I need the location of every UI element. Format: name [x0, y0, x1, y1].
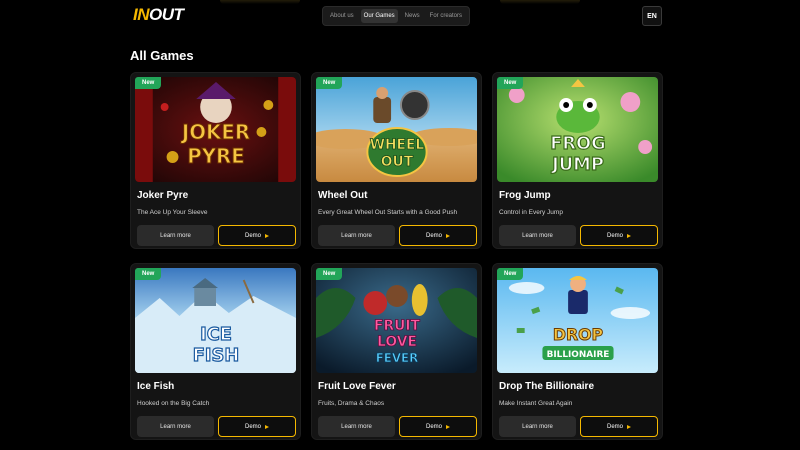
game-subtitle: Fruits, Drama & Chaos	[318, 400, 385, 407]
play-icon	[446, 233, 450, 238]
learn-more-button[interactable]: Learn more	[318, 225, 395, 246]
game-title: Ice Fish	[137, 381, 175, 392]
new-badge: New	[135, 268, 162, 280]
learn-more-button[interactable]: Learn more	[499, 416, 576, 437]
art-text: PYRE	[187, 145, 244, 168]
art-text: WHEEL	[370, 137, 425, 153]
demo-button[interactable]: Demo	[399, 225, 477, 246]
demo-label: Demo	[244, 423, 261, 430]
header-glow	[220, 0, 300, 4]
learn-more-label: Learn more	[341, 423, 372, 430]
game-card-drop-the-billionaire: DROP BILLIONAIRE New Drop The Billionair…	[492, 263, 663, 440]
games-grid: JOKER PYRE New Joker Pyre The Ace Up You…	[130, 72, 665, 440]
game-thumbnail[interactable]: WHEEL OUT	[316, 77, 477, 182]
game-title: Wheel Out	[318, 190, 368, 201]
game-card-ice-fish: ICE FISH New Ice Fish Hooked on the Big …	[130, 263, 301, 440]
learn-more-label: Learn more	[522, 423, 553, 430]
play-icon	[627, 233, 631, 238]
art-text: LOVE	[377, 334, 417, 350]
game-title: Fruit Love Fever	[318, 381, 396, 392]
learn-more-label: Learn more	[341, 232, 372, 239]
demo-label: Demo	[425, 232, 442, 239]
play-icon	[265, 233, 269, 238]
game-title: Drop The Billionaire	[499, 381, 595, 392]
language-button[interactable]: EN	[642, 6, 662, 26]
game-thumbnail[interactable]: ICE FISH	[135, 268, 296, 373]
art-text: BILLIONAIRE	[547, 350, 610, 360]
logo-out-text: OUT	[149, 5, 184, 24]
art-text: FRUIT	[374, 318, 420, 334]
game-card-frog-jump: FROG JUMP New Frog Jump Control in Every…	[492, 72, 663, 249]
learn-more-button[interactable]: Learn more	[318, 416, 395, 437]
inout-logo[interactable]: IN OUT	[133, 5, 184, 24]
game-card-wheel-out: WHEEL OUT New Wheel Out Every Great Whee…	[311, 72, 482, 249]
game-thumbnail[interactable]: JOKER PYRE	[135, 77, 296, 182]
art-text: JOKER	[180, 121, 250, 144]
nav-news[interactable]: News	[402, 9, 423, 23]
section-title: All Games	[130, 48, 194, 63]
demo-button[interactable]: Demo	[218, 225, 296, 246]
play-icon	[446, 424, 450, 429]
new-badge: New	[497, 268, 524, 280]
game-subtitle: Control in Every Jump	[499, 209, 563, 216]
demo-label: Demo	[244, 232, 261, 239]
nav-for-creators[interactable]: For creators	[427, 9, 465, 23]
art-text: OUT	[381, 154, 414, 170]
game-subtitle: Every Great Wheel Out Starts with a Good…	[318, 209, 458, 216]
game-thumbnail[interactable]: DROP BILLIONAIRE	[497, 268, 658, 373]
demo-label: Demo	[425, 423, 442, 430]
new-badge: New	[316, 77, 343, 89]
game-title: Joker Pyre	[137, 190, 189, 201]
new-badge: New	[135, 77, 162, 89]
game-card-fruit-love-fever: FRUIT LOVE FEVER New Fruit Love Fever Fr…	[311, 263, 482, 440]
game-subtitle: Make Instant Great Again	[499, 400, 573, 407]
nav-about-us[interactable]: About us	[327, 9, 357, 23]
learn-more-button[interactable]: Learn more	[499, 225, 576, 246]
art-text: FROG	[550, 133, 605, 154]
demo-button[interactable]: Demo	[580, 416, 658, 437]
game-title: Frog Jump	[499, 190, 551, 201]
nav-our-games[interactable]: Our Games	[360, 9, 398, 23]
art-text: ICE	[200, 324, 232, 345]
logo-in-text: IN	[133, 5, 150, 24]
header-glow	[500, 0, 580, 4]
demo-label: Demo	[606, 232, 623, 239]
art-text: FISH	[193, 345, 239, 366]
learn-more-button[interactable]: Learn more	[137, 225, 214, 246]
art-text: FEVER	[376, 351, 419, 365]
demo-button[interactable]: Demo	[218, 416, 296, 437]
main-nav: About us Our Games News For creators	[322, 6, 470, 26]
demo-button[interactable]: Demo	[580, 225, 658, 246]
game-thumbnail[interactable]: FROG JUMP	[497, 77, 658, 182]
game-subtitle: The Ace Up Your Sleeve	[137, 209, 208, 216]
learn-more-label: Learn more	[160, 232, 191, 239]
game-thumbnail[interactable]: FRUIT LOVE FEVER	[316, 268, 477, 373]
art-text: DROP	[553, 325, 603, 344]
art-text: JUMP	[551, 154, 604, 175]
play-icon	[265, 424, 269, 429]
learn-more-button[interactable]: Learn more	[137, 416, 214, 437]
new-badge: New	[497, 77, 524, 89]
game-card-joker-pyre: JOKER PYRE New Joker Pyre The Ace Up You…	[130, 72, 301, 249]
demo-button[interactable]: Demo	[399, 416, 477, 437]
learn-more-label: Learn more	[160, 423, 191, 430]
top-bar: IN OUT About us Our Games News For creato…	[0, 0, 800, 34]
play-icon	[627, 424, 631, 429]
new-badge: New	[316, 268, 343, 280]
learn-more-label: Learn more	[522, 232, 553, 239]
game-subtitle: Hooked on the Big Catch	[137, 400, 210, 407]
demo-label: Demo	[606, 423, 623, 430]
